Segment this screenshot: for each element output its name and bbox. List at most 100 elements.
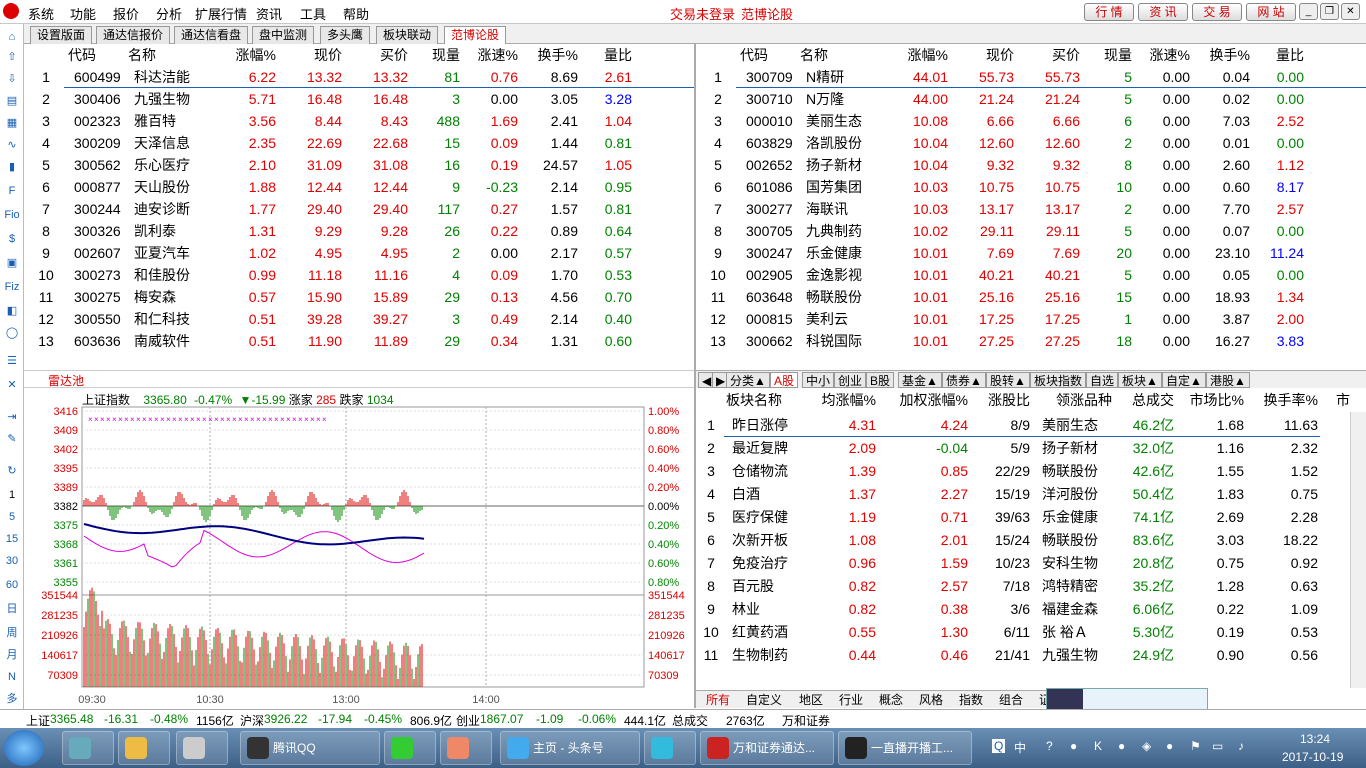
trade-button[interactable]: 交 易 [1192,3,1242,21]
radar-pool-tab[interactable]: 雷达池 [48,372,84,389]
menu-help[interactable]: 帮助 [343,4,369,23]
start-icon[interactable] [4,730,44,766]
tray-help-icon[interactable]: ? [1046,739,1053,753]
sector-column-header[interactable]: 涨股比 [972,389,1030,411]
tab-settings[interactable]: 设置版面 [30,26,93,44]
news-button[interactable]: 资 讯 [1138,3,1188,21]
sector-column-header[interactable]: 板块名称 [726,389,806,411]
column-header[interactable]: 买价 [346,44,408,66]
cross-icon[interactable]: ✕ [4,378,20,392]
bottom-tab[interactable]: 概念 [879,692,903,708]
bottom-tab[interactable]: 组合 [999,692,1023,708]
sector-tab[interactable]: B股 [866,372,895,388]
period-5[interactable]: 5 [4,510,20,524]
period-15[interactable]: 15 [4,532,20,546]
sector-scrollbar[interactable] [1350,412,1366,688]
taskbar-qq-icon[interactable] [118,731,170,765]
restore-icon[interactable]: ❐ [1320,3,1339,20]
taskbar-tdx-app[interactable]: 万和证券通达... [700,731,834,765]
website-button[interactable]: 网 站 [1246,3,1296,21]
column-header[interactable]: 现价 [952,44,1014,66]
quote-button[interactable]: 行 情 [1084,3,1134,21]
column-header[interactable]: 量比 [1256,44,1304,66]
minimize-icon[interactable]: _ [1299,3,1318,20]
report-icon[interactable]: ▤ [4,94,20,108]
tray-monitor-icon[interactable]: ▭ [1212,739,1223,753]
down-arrow-icon[interactable]: ⇩ [4,72,20,86]
fiz-icon[interactable]: Fiz [4,280,20,294]
sector-column-header[interactable]: 总成交 [1116,389,1174,411]
sector-column-header[interactable]: 加权涨幅% [882,389,968,411]
close-icon[interactable]: ✕ [1341,3,1360,20]
pen-icon[interactable]: ✎ [4,432,20,446]
tray-wechat-icon[interactable]: ● [1166,739,1173,753]
period-30[interactable]: 30 [4,554,20,568]
column-header[interactable]: 代码 [68,44,128,66]
finance-icon[interactable]: Fio [4,208,20,222]
menu-tools[interactable]: 工具 [300,4,326,23]
sector-tab[interactable]: 创业 [834,372,867,388]
sector-column-header[interactable]: 均涨幅% [806,389,876,411]
menu-analysis[interactable]: 分析 [156,4,182,23]
sector-tab[interactable]: 中小 [802,372,835,388]
column-header[interactable]: 现量 [408,44,460,66]
column-header[interactable]: 涨幅% [216,44,276,66]
taskbar-ie-icon[interactable] [62,731,114,765]
sector-tab[interactable]: 债券▲ [942,372,986,388]
bottom-tab[interactable]: 行业 [839,692,863,708]
period-60[interactable]: 60 [4,578,20,592]
tab-tdx-watch[interactable]: 通达信看盘 [174,26,249,44]
grid-icon[interactable]: ▦ [4,116,20,130]
column-header[interactable]: 涨幅% [888,44,948,66]
tray-flag-icon[interactable]: ⚑ [1190,739,1201,753]
tab-fanbo[interactable]: 范博论股 [444,26,507,44]
dollar-icon[interactable]: $ [4,232,20,246]
sector-tab[interactable]: 股转▲ [986,372,1030,388]
sector-column-header[interactable]: 市 [1326,389,1350,411]
column-header[interactable]: 名称 [128,44,208,66]
home-icon[interactable]: ⌂ [4,30,20,44]
fundamental-icon[interactable]: F [4,184,20,198]
column-header[interactable]: 名称 [800,44,880,66]
taskbar-wechat-icon[interactable] [384,731,436,765]
bottom-tab[interactable]: 指数 [959,692,983,708]
menu-system[interactable]: 系统 [28,4,54,23]
sector-column-header[interactable]: 换手率% [1248,389,1318,411]
taskbar-qq-app[interactable]: 腾讯QQ [240,731,380,765]
tray-volume-icon[interactable]: ♪ [1238,739,1244,753]
tray-qq-icon[interactable]: ● [1118,739,1125,753]
taskbar-paint-icon[interactable] [440,731,492,765]
tab-monitor[interactable]: 盘中监测 [252,26,315,44]
period-multi[interactable]: 多 [4,692,20,706]
line-chart-icon[interactable]: ∿ [4,138,20,152]
period-n[interactable]: N [4,670,20,684]
column-header[interactable]: 现量 [1080,44,1132,66]
bottom-tab[interactable]: 地区 [799,692,823,708]
taskbar-video-icon[interactable] [176,731,228,765]
tab-bull-eagle[interactable]: 多头鹰 [320,26,371,44]
sector-tab[interactable]: 港股▲ [1206,372,1250,388]
kline-icon[interactable]: ▮ [4,160,20,174]
tray-k-icon[interactable]: K [1094,739,1102,753]
column-header[interactable]: 买价 [1018,44,1080,66]
column-header[interactable]: 换手% [524,44,578,66]
period-month[interactable]: 月 [4,648,20,662]
list-icon[interactable]: ☰ [4,354,20,368]
refresh-icon[interactable]: ↻ [4,464,20,478]
column-header[interactable]: 涨速% [1136,44,1190,66]
menu-news[interactable]: 资讯 [256,4,282,23]
taskbar-live-app[interactable]: 一直播开播工... [838,731,972,765]
sector-tab[interactable]: 自定▲ [1162,372,1206,388]
bottom-tab[interactable]: 风格 [919,692,943,708]
menu-extended[interactable]: 扩展行情 [195,4,247,23]
menu-function[interactable]: 功能 [70,4,96,23]
sector-tab[interactable]: 自选 [1086,372,1119,388]
column-header[interactable]: 换手% [1196,44,1250,66]
taskbar-browser-app[interactable]: 主页 - 头条号 [500,731,640,765]
taskbar-player-icon[interactable] [644,731,696,765]
period-day[interactable]: 日 [4,602,20,616]
column-header[interactable]: 量比 [584,44,632,66]
wallet-icon[interactable]: ▣ [4,256,20,270]
column-header[interactable]: 代码 [740,44,800,66]
settings-icon[interactable]: ◧ [4,304,20,318]
